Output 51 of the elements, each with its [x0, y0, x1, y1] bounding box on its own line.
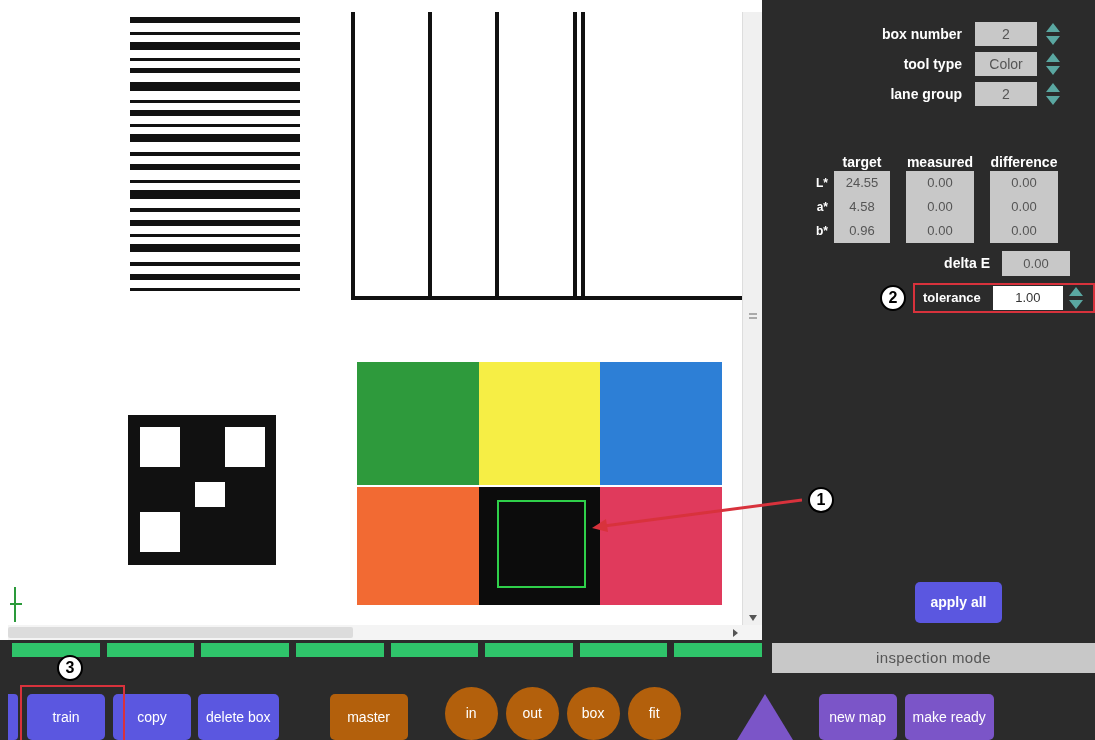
setting-field[interactable]: 2	[975, 82, 1037, 106]
column-header: target	[842, 154, 882, 171]
apply-all-button[interactable]: apply all	[915, 582, 1002, 623]
caret-down-icon[interactable]	[748, 615, 757, 621]
callout-badge: 2	[880, 285, 906, 311]
setting-label: box number	[880, 24, 962, 44]
column-header: measured	[906, 154, 974, 171]
delta-e-label: delta E	[944, 254, 990, 273]
value-text: 0.00	[1011, 198, 1037, 216]
toolbar-button[interactable]: delete box	[198, 694, 279, 740]
horizontal-scrollbar[interactable]	[8, 625, 762, 640]
tolerance-label: tolerance	[923, 289, 981, 308]
toolbar-button[interactable]: train	[27, 694, 105, 740]
value-text: 0.00	[927, 222, 953, 240]
setting-field[interactable]: 2	[975, 22, 1037, 46]
row-label: a*	[816, 199, 828, 216]
round-button[interactable]: out	[505, 687, 559, 740]
setting-label: tool type	[902, 54, 962, 74]
scroll-grip-icon	[748, 312, 757, 319]
tolerance-field[interactable]: 1.00	[992, 286, 1063, 310]
value-text: 0.00	[927, 198, 953, 216]
toolbar-button[interactable]: master	[329, 694, 408, 740]
round-button[interactable]: box	[566, 687, 620, 740]
toolbar-button[interactable]: new map	[818, 694, 897, 740]
triangle-button[interactable]	[736, 694, 793, 740]
value-text: 0.00	[927, 174, 953, 192]
setting-field[interactable]: Color	[975, 52, 1037, 76]
scroll-thumb[interactable]	[8, 627, 353, 638]
vertical-scrollbar[interactable]	[742, 12, 762, 625]
value-text: 0.00	[1011, 174, 1037, 192]
toolbar-button[interactable]: copy	[113, 694, 191, 740]
round-button[interactable]: in	[444, 687, 498, 740]
callout-badge: 3	[57, 655, 83, 681]
value-text: 24.55	[845, 174, 879, 192]
mode-bar: inspection mode	[772, 643, 1095, 673]
round-button[interactable]: fit	[627, 687, 681, 740]
value-text: 4.58	[849, 198, 875, 216]
toolbar-button[interactable]: make ready	[904, 694, 994, 740]
row-label: b*	[816, 223, 828, 240]
caret-right-icon[interactable]	[733, 628, 738, 637]
spinner-icon[interactable]	[1045, 82, 1061, 106]
row-label: L*	[816, 175, 828, 192]
spinner-icon[interactable]	[1067, 286, 1084, 310]
column-header: difference	[990, 154, 1058, 171]
spinner-icon[interactable]	[1045, 22, 1061, 46]
setting-label: lane group	[889, 84, 962, 104]
spinner-icon[interactable]	[1045, 52, 1061, 76]
callout-badge: 1	[808, 487, 834, 513]
value-text: 0.96	[849, 222, 875, 240]
delta-e-field: 0.00	[1002, 251, 1070, 276]
value-text: 0.00	[1011, 222, 1037, 240]
